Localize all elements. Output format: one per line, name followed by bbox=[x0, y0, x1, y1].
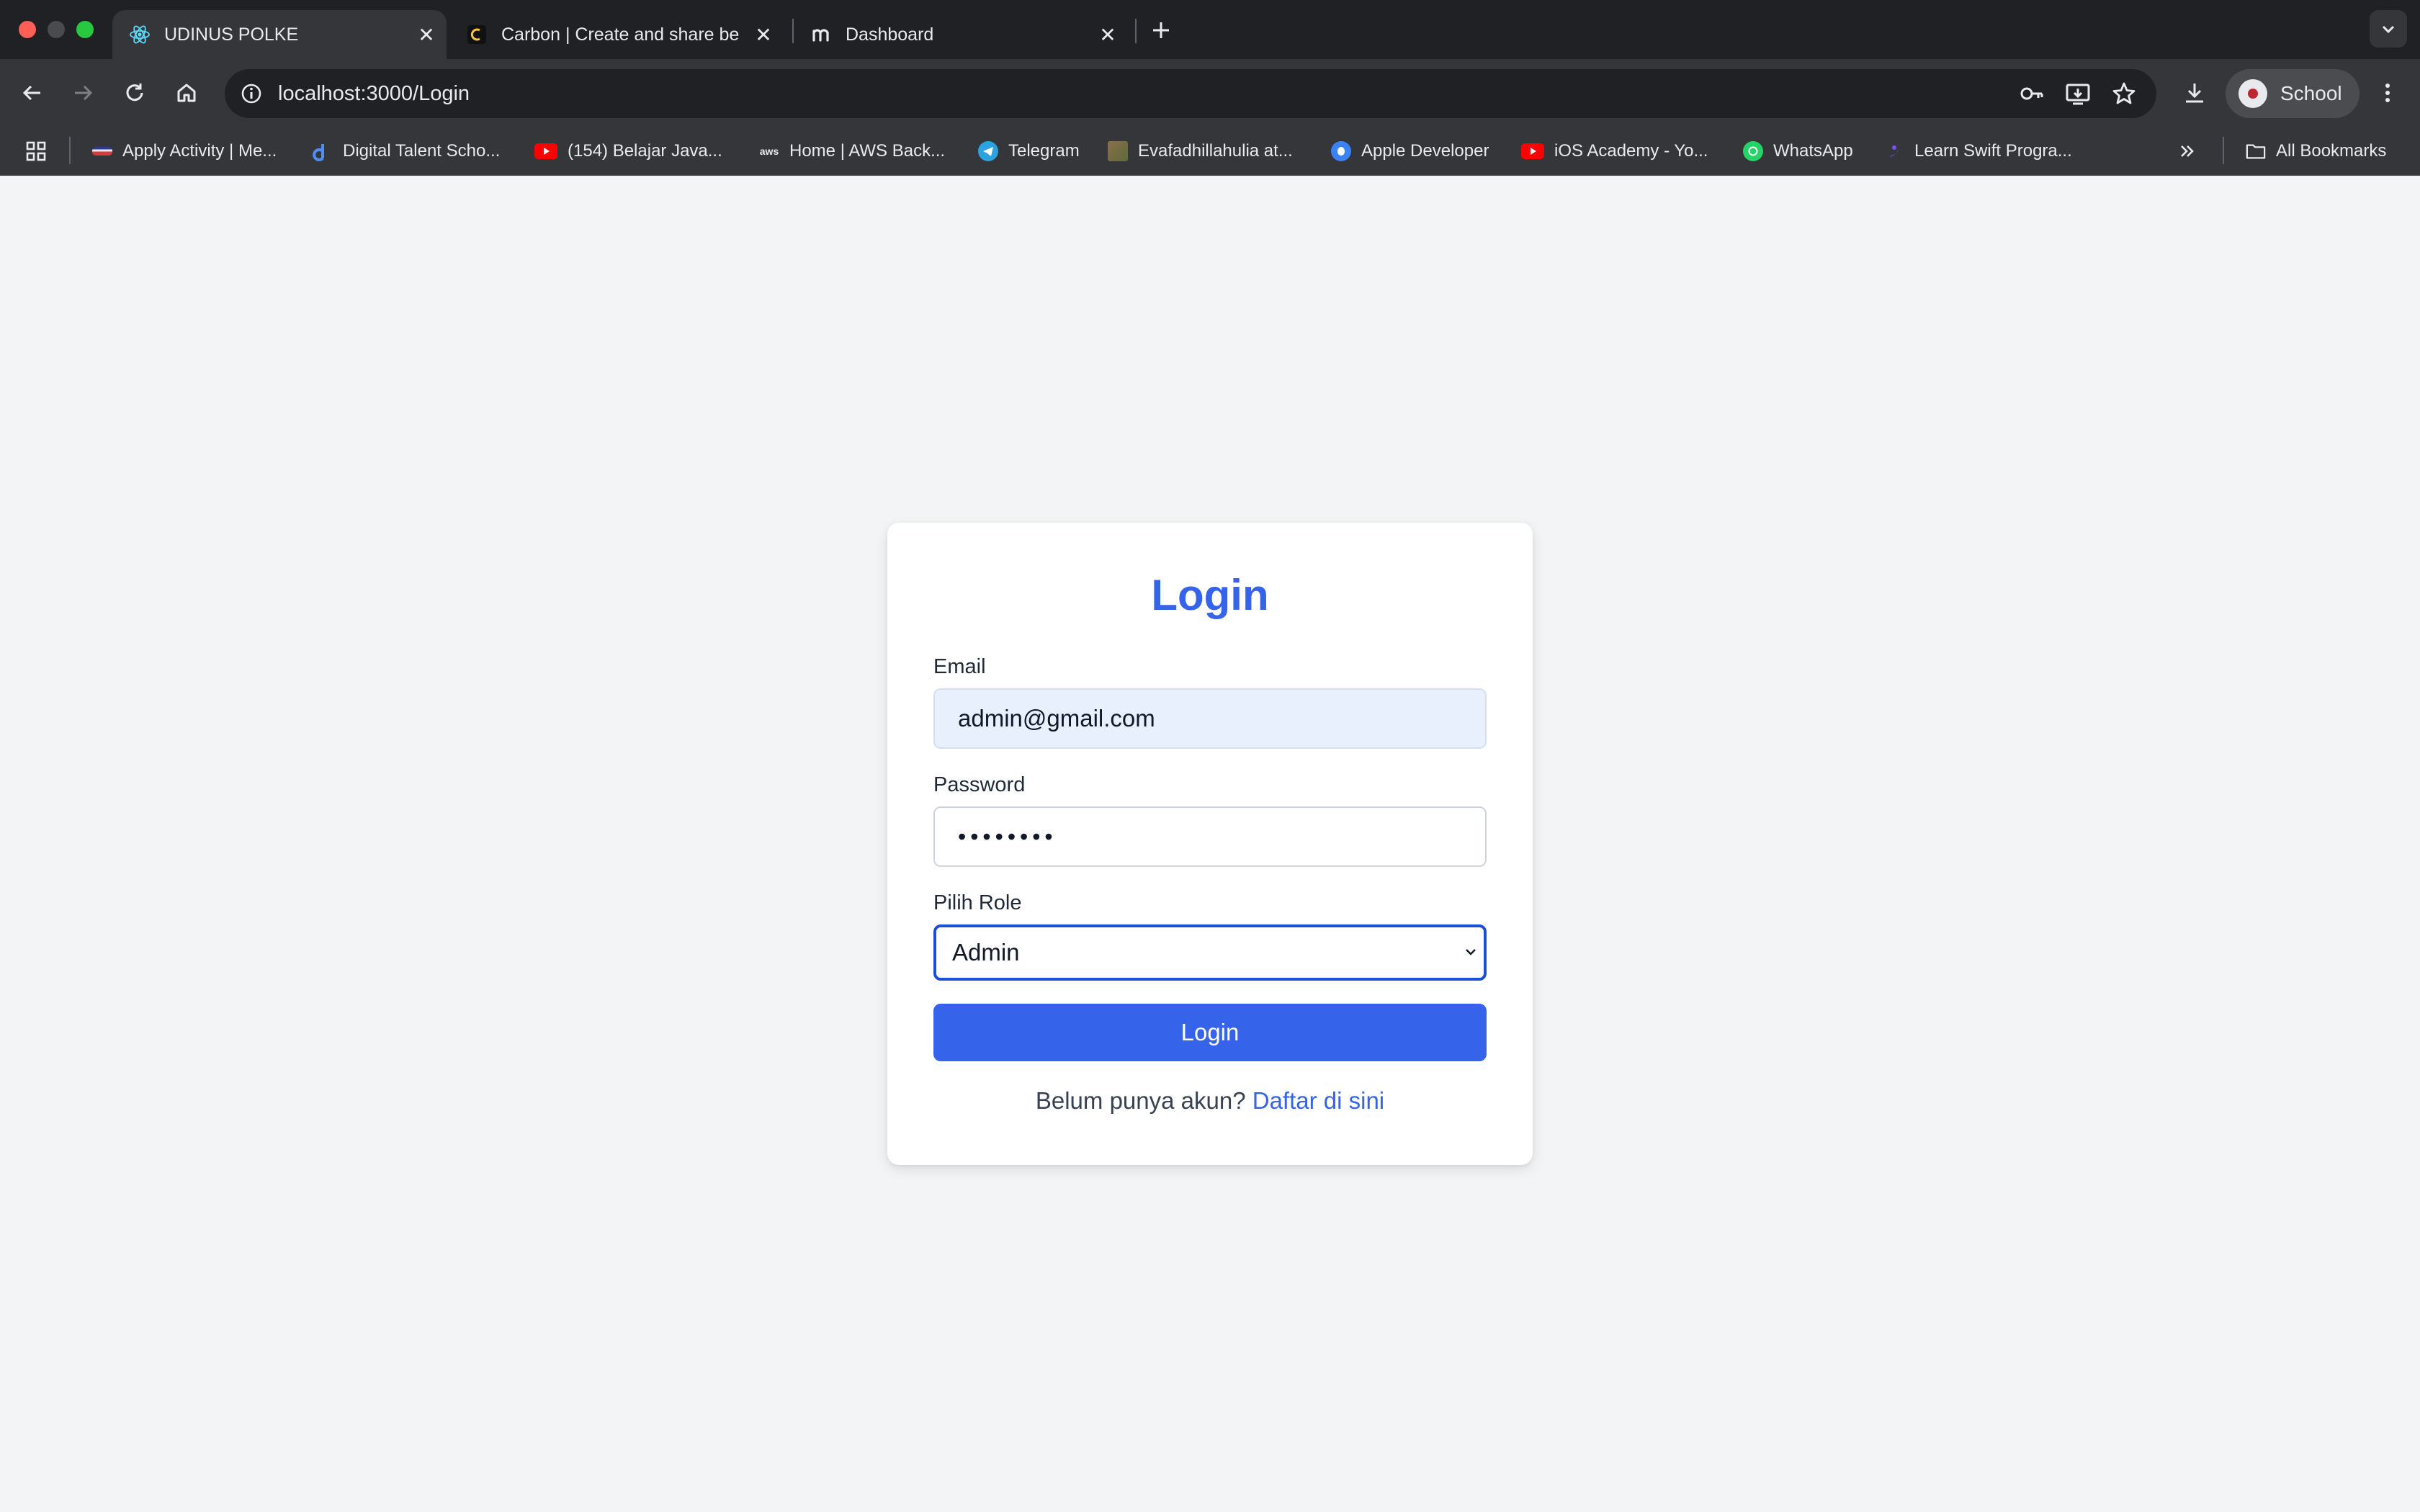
signup-link[interactable]: Daftar di sini bbox=[1252, 1087, 1384, 1114]
bookmark-separator bbox=[69, 137, 71, 164]
profile-button[interactable]: School bbox=[2226, 69, 2360, 118]
forward-button[interactable] bbox=[65, 75, 101, 111]
youtube-icon bbox=[534, 143, 557, 159]
chevron-down-icon bbox=[1466, 949, 1476, 955]
bookmark-learn-swift[interactable]: Learn Swift Progra... bbox=[1884, 127, 2072, 176]
react-icon bbox=[128, 23, 151, 46]
bookmark-label: Telegram bbox=[1008, 141, 1080, 161]
browser-chrome: UDINUS POLKE ✕ Carbon | Create and share… bbox=[0, 0, 2420, 176]
password-field[interactable] bbox=[933, 806, 1487, 867]
page-title: Login bbox=[1151, 571, 1269, 619]
reload-button[interactable] bbox=[117, 75, 153, 111]
bookmark-digital-talent[interactable]: Digital Talent Scho... bbox=[313, 127, 500, 176]
bookmark-aws[interactable]: aws Home | AWS Back... bbox=[759, 127, 945, 176]
signup-prompt-row: Belum punya akun? Daftar di sini bbox=[887, 1087, 1533, 1115]
close-window-button[interactable] bbox=[19, 21, 36, 38]
dts-icon bbox=[313, 141, 333, 161]
bookmark-label: Evafadhillahulia at... bbox=[1138, 141, 1293, 161]
kampus-merdeka-icon bbox=[92, 147, 112, 156]
bookmark-separator bbox=[2223, 137, 2224, 164]
arrow-left-icon bbox=[22, 85, 40, 101]
bookmark-label: Apple Developer bbox=[1361, 141, 1489, 161]
login-button[interactable]: Login bbox=[933, 1004, 1487, 1061]
bookmark-label: (154) Belajar Java... bbox=[568, 141, 722, 161]
bookmark-apple-developer[interactable]: Apple Developer bbox=[1331, 127, 1489, 176]
bookmark-evafadhillahulia[interactable]: Evafadhillahulia at... bbox=[1108, 127, 1293, 176]
arrow-right-icon bbox=[75, 85, 93, 101]
m-logo-icon bbox=[810, 23, 833, 46]
apps-grid-icon bbox=[26, 141, 46, 161]
email-field[interactable] bbox=[933, 688, 1487, 749]
bookmark-belajar-java[interactable]: (154) Belajar Java... bbox=[534, 127, 722, 176]
tab-dashboard[interactable]: Dashboard ✕ bbox=[794, 10, 1128, 59]
tab-strip: UDINUS POLKE ✕ Carbon | Create and share… bbox=[0, 0, 2420, 59]
browser-toolbar: localhost:3000/Login School bbox=[0, 59, 2420, 127]
password-label: Password bbox=[933, 773, 1026, 796]
download-icon bbox=[2186, 84, 2203, 103]
folder-icon bbox=[2246, 141, 2266, 161]
tab-title: Dashboard bbox=[846, 24, 934, 45]
more-vertical-icon bbox=[2385, 84, 2390, 102]
reload-icon bbox=[126, 84, 143, 102]
tab-carbon[interactable]: Carbon | Create and share be ✕ bbox=[449, 10, 784, 59]
aws-icon: aws bbox=[759, 145, 779, 157]
downloads-button[interactable] bbox=[2177, 75, 2213, 111]
bookmarks-bar: Apply Activity | Me... Digital Talent Sc… bbox=[0, 127, 2420, 176]
site-info-icon[interactable] bbox=[233, 76, 269, 112]
plus-icon bbox=[1153, 22, 1169, 38]
bookmark-label: Apply Activity | Me... bbox=[122, 141, 277, 161]
bookmark-star-icon[interactable] bbox=[2106, 76, 2142, 112]
tab-title: UDINUS POLKE bbox=[164, 24, 299, 45]
profile-name: School bbox=[2280, 82, 2342, 104]
minimize-window-button[interactable] bbox=[48, 21, 65, 38]
home-button[interactable] bbox=[169, 75, 205, 111]
tab-separator bbox=[1135, 19, 1137, 43]
bookmark-whatsapp[interactable]: WhatsApp bbox=[1743, 127, 1853, 176]
chevron-double-right-icon bbox=[2181, 145, 2194, 157]
apps-button[interactable] bbox=[24, 127, 48, 176]
whatsapp-icon bbox=[1743, 141, 1763, 161]
tab-search-button[interactable] bbox=[2370, 10, 2407, 48]
back-button[interactable] bbox=[14, 75, 50, 111]
bookmark-label: iOS Academy - Yo... bbox=[1554, 141, 1708, 161]
close-icon[interactable]: ✕ bbox=[413, 22, 439, 48]
bookmark-label: Digital Talent Scho... bbox=[343, 141, 501, 161]
signup-prompt: Belum punya akun? bbox=[1035, 1087, 1246, 1114]
chevron-down-icon bbox=[2382, 25, 2395, 34]
login-card: Login Email Password Pilih Role Admin Lo… bbox=[887, 523, 1533, 1165]
install-app-icon[interactable] bbox=[2060, 76, 2096, 112]
bookmark-label: Home | AWS Back... bbox=[789, 141, 946, 161]
browser-menu-button[interactable] bbox=[2370, 75, 2406, 111]
bookmark-apply-activity[interactable]: Apply Activity | Me... bbox=[92, 127, 277, 176]
bookmark-label: Learn Swift Progra... bbox=[1914, 141, 2072, 161]
apple-icon bbox=[1331, 141, 1351, 161]
new-tab-button[interactable] bbox=[1145, 14, 1177, 46]
role-select[interactable]: Admin bbox=[933, 924, 1487, 981]
bookmark-ios-academy[interactable]: iOS Academy - Yo... bbox=[1521, 127, 1708, 176]
carbon-icon bbox=[465, 23, 488, 46]
bookmark-telegram[interactable]: Telegram bbox=[978, 127, 1080, 176]
bookmark-label: WhatsApp bbox=[1773, 141, 1853, 161]
close-icon[interactable]: ✕ bbox=[750, 22, 776, 48]
all-bookmarks-label: All Bookmarks bbox=[2276, 141, 2387, 161]
url-text: localhost:3000/Login bbox=[278, 82, 470, 105]
tab-udinus-polke[interactable]: UDINUS POLKE ✕ bbox=[112, 10, 447, 59]
swift-icon bbox=[1884, 141, 1904, 161]
maximize-window-button[interactable] bbox=[76, 21, 94, 38]
role-selected-value: Admin bbox=[952, 939, 1020, 966]
address-bar[interactable]: localhost:3000/Login bbox=[225, 69, 2156, 118]
tab-title: Carbon | Create and share be bbox=[501, 24, 740, 45]
home-icon bbox=[177, 84, 196, 102]
youtube-icon bbox=[1521, 143, 1544, 159]
telegram-icon bbox=[978, 141, 998, 161]
close-icon[interactable]: ✕ bbox=[1095, 22, 1121, 48]
role-label: Pilih Role bbox=[933, 891, 1022, 914]
email-label: Email bbox=[933, 655, 986, 678]
photo-icon bbox=[1108, 141, 1128, 161]
key-icon[interactable] bbox=[2014, 76, 2050, 112]
more-bookmarks-button[interactable] bbox=[2177, 127, 2198, 176]
avatar bbox=[2238, 79, 2267, 108]
all-bookmarks-button[interactable]: All Bookmarks bbox=[2246, 127, 2386, 176]
